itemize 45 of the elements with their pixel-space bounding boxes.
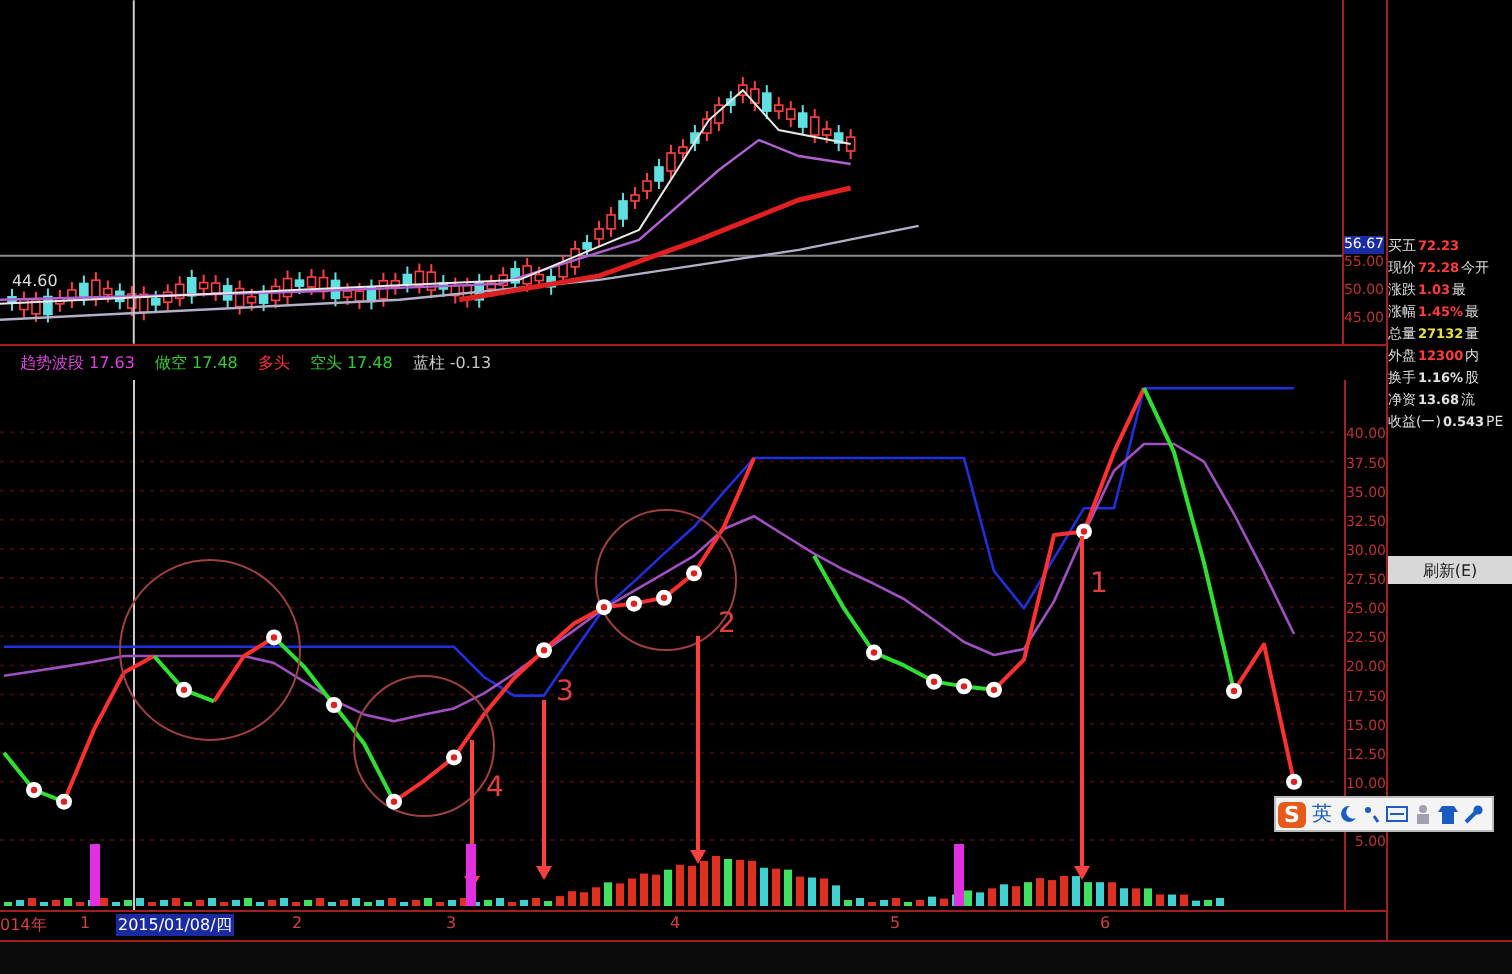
wrench-icon[interactable] — [1464, 804, 1484, 824]
point-marker-icon — [866, 645, 882, 662]
point-marker-icon — [326, 697, 342, 714]
time-axis-label: 2015/01/08/四 — [116, 914, 234, 937]
point-marker-icon — [176, 682, 192, 699]
point-marker-icon — [956, 679, 972, 696]
annotation-number: 2 — [718, 608, 736, 641]
legend-item: 蓝柱 -0.13 — [412, 352, 492, 375]
point-marker-icon — [596, 600, 612, 616]
point-marker-icon — [266, 630, 282, 647]
point-marker-icon — [386, 794, 402, 811]
keyboard-icon[interactable] — [1386, 804, 1408, 824]
point-marker-icon — [1076, 524, 1092, 541]
annotation-number: 3 — [556, 676, 574, 709]
time-axis-label: 3 — [446, 914, 457, 933]
point-marker-icon — [986, 682, 1002, 699]
time-axis-label: 6 — [1100, 914, 1111, 933]
menu-item[interactable]: 刷新(E) — [1422, 559, 1478, 581]
point-marker-icon — [536, 643, 552, 660]
point-marker-icon — [1226, 683, 1242, 700]
legend-item: 空头 17.48 — [309, 352, 393, 375]
time-axis-label: 5 — [890, 914, 901, 933]
language-mode-button[interactable]: 英 — [1312, 800, 1332, 828]
moon-icon[interactable] — [1338, 804, 1358, 824]
annotation-number: 1 — [1090, 568, 1108, 601]
point-marker-icon — [626, 596, 642, 613]
legend-item: 多头 — [257, 352, 290, 375]
legend-item: 趋势波段 17.63 — [20, 352, 135, 375]
point-marker-icon — [56, 794, 72, 811]
time-axis-label: 4 — [670, 914, 681, 933]
time-axis-label: 1 — [80, 914, 91, 933]
annotation-number: 4 — [486, 772, 504, 805]
legend-item: 做空 17.48 — [154, 352, 238, 375]
point-marker-icon — [926, 674, 942, 691]
point-marker-icon — [656, 590, 672, 607]
point-marker-icon — [446, 750, 462, 767]
low-price-label: 44.60 — [12, 271, 58, 290]
time-axis-label: 2 — [292, 914, 303, 933]
point-marker-icon — [686, 566, 702, 583]
ime-logo[interactable]: S — [1278, 801, 1306, 827]
point-marker-icon — [1286, 774, 1302, 791]
time-axis-label: 014年 — [0, 914, 47, 937]
shirt-icon[interactable] — [1438, 804, 1458, 824]
highlight-circle — [595, 509, 737, 652]
point-marker-icon — [26, 782, 42, 799]
